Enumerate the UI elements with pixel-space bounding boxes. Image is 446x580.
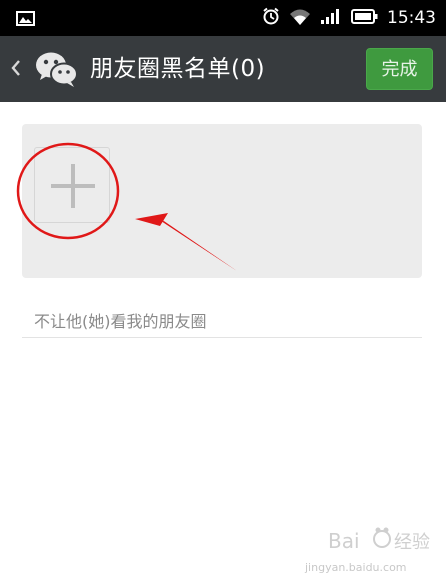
wifi-icon xyxy=(289,8,311,29)
divider xyxy=(22,337,422,338)
blacklist-hint: 不让他(她)看我的朋友圈 xyxy=(34,312,207,331)
signal-icon xyxy=(320,8,342,28)
clock-time: 15:43 xyxy=(387,8,436,28)
svg-text:Bai: Bai xyxy=(328,529,360,553)
done-button[interactable]: 完成 xyxy=(366,48,433,90)
back-button[interactable] xyxy=(9,58,23,82)
page-title: 朋友圈黑名单(0) xyxy=(90,56,266,82)
title-bar: 朋友圈黑名单(0) 完成 xyxy=(0,36,446,102)
wechat-logo-icon xyxy=(34,49,80,93)
battery-icon xyxy=(351,8,378,28)
plus-icon xyxy=(51,164,95,208)
watermark-url: jingyan.baidu.com xyxy=(305,561,407,574)
image-icon xyxy=(16,11,35,30)
add-member-button[interactable] xyxy=(34,147,110,223)
svg-text:经验: 经验 xyxy=(394,532,430,553)
alarm-icon xyxy=(262,7,280,29)
status-bar: 15:43 xyxy=(0,0,446,36)
